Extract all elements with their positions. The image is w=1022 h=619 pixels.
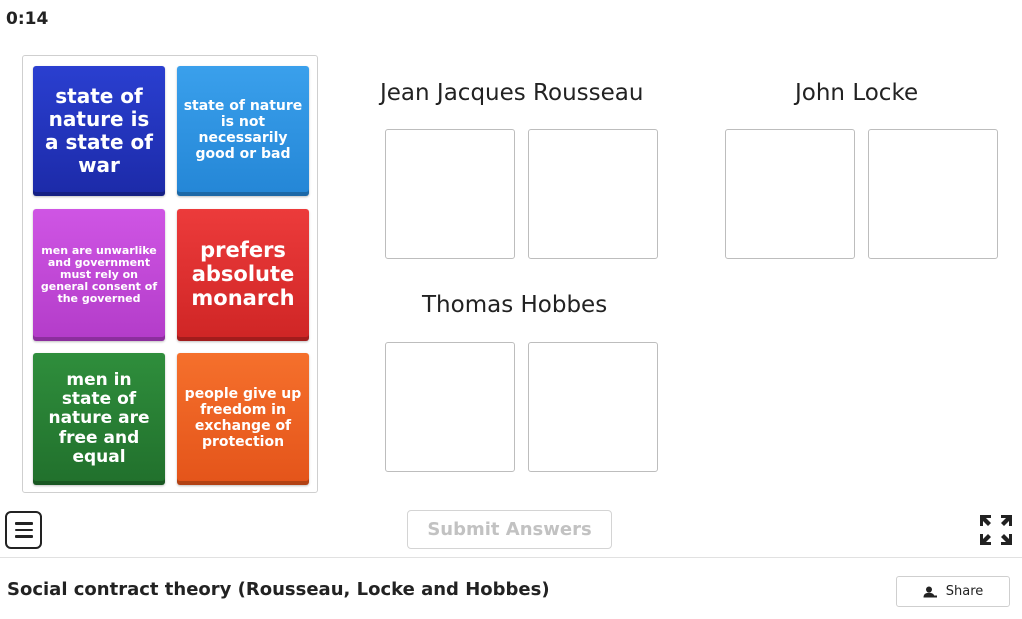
drop-slot-rousseau-2[interactable] bbox=[528, 129, 658, 259]
hamburger-menu-icon[interactable] bbox=[5, 511, 42, 549]
timer: 0:14 bbox=[6, 9, 49, 29]
draggable-tile[interactable]: men are unwarlike and government must re… bbox=[33, 209, 165, 341]
drop-slot-rousseau-1[interactable] bbox=[385, 129, 515, 259]
tile-tray: state of nature is a state of war state … bbox=[22, 55, 318, 493]
draggable-tile[interactable]: prefers absolute monarch bbox=[177, 209, 309, 341]
submit-answers-button[interactable]: Submit Answers bbox=[407, 510, 612, 549]
activity-title: Social contract theory (Rousseau, Locke … bbox=[7, 579, 550, 600]
share-label: Share bbox=[945, 584, 984, 599]
drop-slot-locke-2[interactable] bbox=[868, 129, 998, 259]
draggable-tile[interactable]: state of nature is not necessarily good … bbox=[177, 66, 309, 196]
drop-slot-hobbes-2[interactable] bbox=[528, 342, 658, 472]
group-title-rousseau: Jean Jacques Rousseau bbox=[380, 80, 644, 106]
share-button[interactable]: Share bbox=[896, 576, 1010, 607]
drop-slot-hobbes-1[interactable] bbox=[385, 342, 515, 472]
draggable-tile[interactable]: state of nature is a state of war bbox=[33, 66, 165, 196]
group-title-locke: John Locke bbox=[795, 80, 919, 106]
draggable-tile[interactable]: men in state of nature are free and equa… bbox=[33, 353, 165, 485]
drop-slot-locke-1[interactable] bbox=[725, 129, 855, 259]
group-title-hobbes: Thomas Hobbes bbox=[422, 292, 608, 318]
draggable-tile[interactable]: people give up freedom in exchange of pr… bbox=[177, 353, 309, 485]
footer-divider bbox=[0, 557, 1022, 558]
fullscreen-expand-icon[interactable] bbox=[977, 512, 1015, 548]
person-icon bbox=[923, 586, 937, 597]
